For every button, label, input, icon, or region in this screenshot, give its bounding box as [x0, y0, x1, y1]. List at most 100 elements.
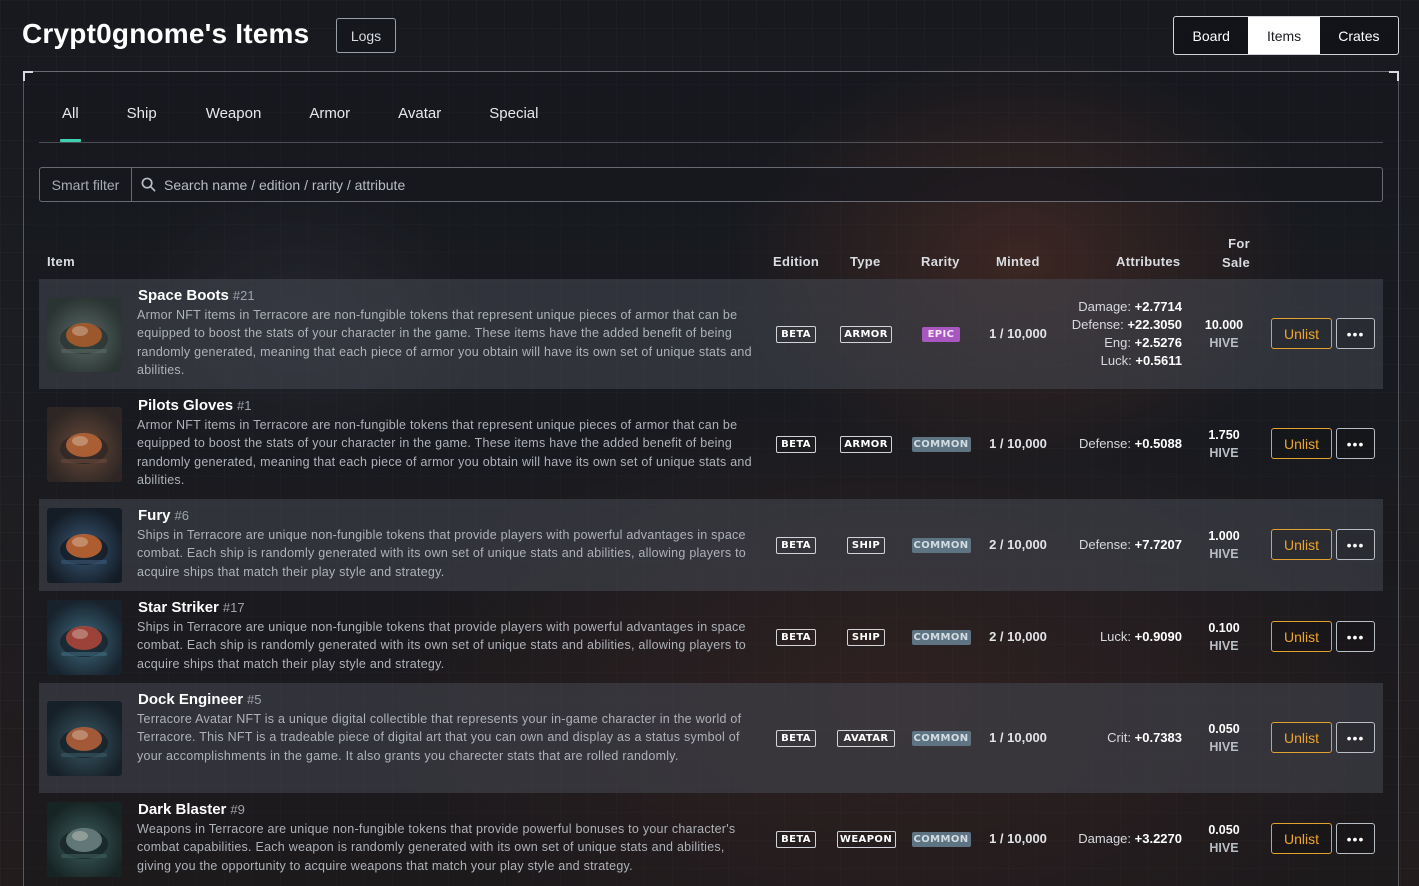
minted-count: 2 / 10,000	[989, 537, 1047, 552]
table-row[interactable]: Pilots Gloves #1 Armor NFT items in Terra…	[39, 389, 1383, 499]
edition-badge: BETA	[776, 730, 816, 747]
tab-armor[interactable]: Armor	[309, 98, 350, 142]
type-badge: AVATAR	[837, 730, 895, 747]
item-number: #9	[230, 802, 245, 817]
unlist-button[interactable]: Unlist	[1271, 529, 1332, 560]
column-header-for-sale-line2: Sale	[1222, 255, 1250, 270]
edition-badge: BETA	[776, 326, 816, 343]
price-value: 1.750	[1208, 428, 1240, 442]
more-options-button[interactable]: •••	[1336, 621, 1375, 652]
item-name-line: Fury #6	[138, 507, 189, 524]
item-name-line: Dock Engineer #5	[138, 691, 262, 708]
more-options-button[interactable]: •••	[1336, 428, 1375, 459]
item-name[interactable]: Space Boots	[138, 287, 229, 304]
price-currency: HIVE	[1209, 740, 1239, 754]
items-table: Space Boots #21 Armor NFT items in Terrac…	[39, 279, 1383, 885]
search-input[interactable]	[164, 168, 1382, 201]
minted-count: 1 / 10,000	[989, 730, 1047, 745]
item-attributes: Defense: +0.5088	[1079, 435, 1182, 453]
gloves-icon	[60, 432, 108, 464]
price-value: 10.000	[1204, 318, 1244, 332]
item-name[interactable]: Dark Blaster	[138, 801, 226, 818]
attribute-value: +0.9090	[1134, 628, 1182, 644]
column-header-minted: Minted	[996, 254, 1040, 269]
attribute-line: Defense: +22.3050	[1072, 316, 1182, 334]
attribute-line: Defense: +0.5088	[1079, 435, 1182, 453]
attribute-line: Eng: +2.5276	[1072, 334, 1182, 352]
item-description: Ships in Terracore are unique non-fungib…	[137, 620, 747, 671]
view-crates-button[interactable]: Crates	[1320, 17, 1398, 54]
rarity-badge: COMMON	[911, 437, 971, 452]
tab-avatar[interactable]: Avatar	[398, 98, 441, 142]
item-attributes: Damage: +3.2270	[1078, 830, 1182, 848]
unlist-button[interactable]: Unlist	[1271, 318, 1332, 349]
boots-icon	[60, 322, 108, 354]
tab-special[interactable]: Special	[489, 98, 538, 142]
item-name[interactable]: Star Striker	[138, 599, 219, 616]
starfighter-icon	[60, 625, 108, 657]
page-title: Crypt0gnome's Items	[22, 18, 310, 49]
attribute-line: Defense: +7.7207	[1079, 536, 1182, 554]
attribute-key: Damage:	[1078, 830, 1132, 846]
tabs-divider	[39, 142, 1383, 143]
rarity-badge: COMMON	[911, 832, 971, 847]
attribute-line: Damage: +2.7714	[1072, 298, 1182, 316]
rarity-badge: COMMON	[911, 731, 971, 746]
item-name[interactable]: Pilots Gloves	[138, 397, 233, 414]
minted-count: 2 / 10,000	[989, 629, 1047, 644]
item-name[interactable]: Fury	[138, 507, 171, 524]
tab-all[interactable]: All	[60, 98, 81, 142]
view-items-button[interactable]: Items	[1248, 17, 1320, 54]
view-switch: Board Items Crates	[1173, 16, 1399, 55]
tab-weapon[interactable]: Weapon	[206, 98, 262, 142]
more-options-button[interactable]: •••	[1336, 318, 1375, 349]
more-options-button[interactable]: •••	[1336, 722, 1375, 753]
edition-badge: BETA	[776, 436, 816, 453]
more-options-button[interactable]: •••	[1336, 529, 1375, 560]
table-row[interactable]: Space Boots #21 Armor NFT items in Terrac…	[39, 279, 1383, 389]
type-badge: WEAPON	[836, 831, 896, 848]
unlist-button[interactable]: Unlist	[1271, 823, 1332, 854]
tab-ship[interactable]: Ship	[127, 98, 157, 142]
item-description: Weapons in Terracore are unique non-fung…	[137, 822, 736, 873]
attribute-value: +7.7207	[1134, 536, 1182, 552]
item-name-line: Star Striker #17	[138, 599, 245, 616]
attribute-key: Luck:	[1099, 628, 1132, 644]
price-currency: HIVE	[1209, 639, 1239, 653]
view-board-button[interactable]: Board	[1174, 17, 1248, 54]
item-description: Terracore Avatar NFT is a unique digital…	[137, 712, 742, 763]
attribute-value: +3.2270	[1134, 830, 1182, 846]
item-name-line: Pilots Gloves #1	[138, 397, 252, 414]
attribute-key: Damage:	[1078, 298, 1132, 314]
item-name[interactable]: Dock Engineer	[138, 691, 243, 708]
table-row[interactable]: Star Striker #17 Ships in Terracore are u…	[39, 591, 1383, 683]
attribute-value: +0.5088	[1134, 435, 1182, 451]
logs-button[interactable]: Logs	[336, 18, 396, 53]
column-header-for-sale: For Sale	[1215, 236, 1250, 270]
unlist-button[interactable]: Unlist	[1271, 428, 1332, 459]
item-thumbnail	[47, 599, 122, 675]
more-options-button[interactable]: •••	[1336, 823, 1375, 854]
column-header-attributes: Attributes	[1116, 254, 1181, 269]
engineer-icon	[60, 726, 108, 758]
edition-badge: BETA	[776, 537, 816, 554]
table-row[interactable]: Fury #6 Ships in Terracore are unique non…	[39, 499, 1383, 591]
table-row[interactable]: Dock Engineer #5 Terracore Avatar NFT is …	[39, 683, 1383, 793]
table-row[interactable]: Dark Blaster #9 Weapons in Terracore are …	[39, 793, 1383, 885]
attribute-key: Defense:	[1078, 536, 1132, 552]
smart-filter-button[interactable]: Smart filter	[40, 168, 132, 201]
item-attributes: Damage: +2.7714 Defense: +22.3050 Eng: +2.…	[1072, 298, 1182, 371]
item-thumbnail	[47, 801, 122, 877]
item-thumbnail	[47, 700, 122, 776]
blaster-icon	[60, 827, 108, 859]
attribute-value: +0.7383	[1134, 729, 1182, 745]
column-header-edition: Edition	[773, 254, 820, 269]
item-number: #5	[247, 692, 262, 707]
attribute-line: Crit: +0.7383	[1107, 729, 1182, 747]
unlist-button[interactable]: Unlist	[1271, 621, 1332, 652]
sale-price: 1.750 HIVE	[1199, 426, 1249, 462]
item-attributes: Defense: +7.7207	[1079, 536, 1182, 554]
unlist-button[interactable]: Unlist	[1271, 722, 1332, 753]
item-number: #17	[222, 600, 245, 615]
item-name-line: Space Boots #21	[138, 287, 255, 304]
